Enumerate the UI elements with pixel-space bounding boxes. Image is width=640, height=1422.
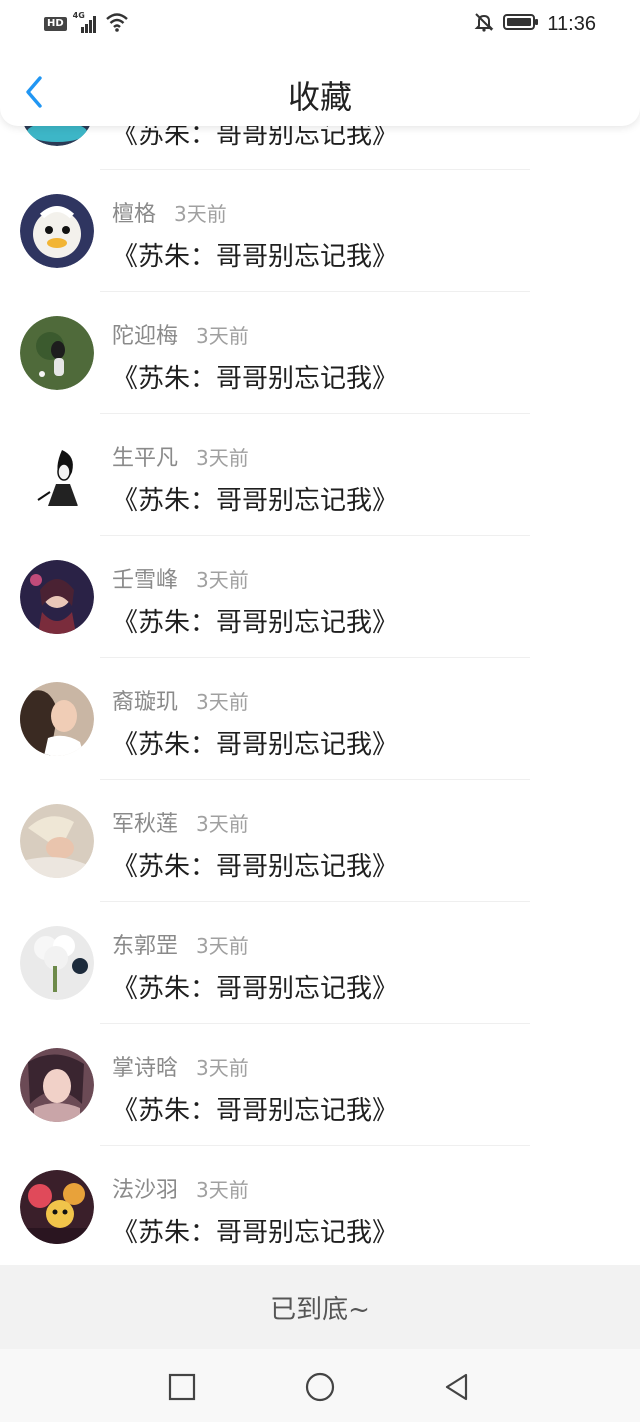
favorite-item[interactable]: 檀格 3天前 《苏朱：哥哥别忘记我》: [0, 170, 640, 292]
item-meta: 东郭罡 3天前: [112, 928, 249, 960]
end-of-list-text: 已到底~: [270, 1294, 370, 1325]
square-icon: [168, 1373, 196, 1401]
avatar: [20, 194, 94, 268]
time-ago: 3天前: [196, 568, 249, 592]
user-name: 东郭罡: [112, 934, 179, 959]
time-ago: 3天前: [174, 202, 227, 226]
item-meta: 法沙羽 3天前: [112, 1172, 249, 1204]
item-meta: 掌诗晗 3天前: [112, 1050, 249, 1082]
favorite-item[interactable]: 法沙羽 3天前 《苏朱：哥哥别忘记我》: [0, 1146, 640, 1268]
time-ago: 3天前: [196, 934, 249, 958]
end-of-list-bar: 已到底~: [0, 1265, 640, 1349]
time-ago: 3天前: [196, 1056, 249, 1080]
post-title: 《苏朱：哥哥别忘记我》: [112, 242, 399, 272]
time-ago: 3天前: [196, 812, 249, 836]
system-nav-bar: [0, 1349, 640, 1422]
favorite-item[interactable]: 东郭罡 3天前 《苏朱：哥哥别忘记我》: [0, 902, 640, 1024]
home-button[interactable]: [300, 1367, 340, 1407]
triangle-back-icon: [445, 1373, 468, 1401]
avatar: [20, 926, 94, 1000]
item-meta: 陀迎梅 3天前: [112, 318, 249, 350]
user-name: 法沙羽: [112, 1178, 179, 1203]
hd-badge: HD: [44, 17, 67, 31]
item-meta: 生平凡 3天前: [112, 440, 249, 472]
post-title: 《苏朱：哥哥别忘记我》: [112, 1218, 399, 1248]
item-meta: 军秋莲 3天前: [112, 806, 249, 838]
item-meta: 裔璇玑 3天前: [112, 684, 249, 716]
avatar: [20, 682, 94, 756]
avatar: [20, 1170, 94, 1244]
post-title: 《苏朱：哥哥别忘记我》: [112, 486, 399, 516]
avatar: [20, 316, 94, 390]
time-ago: 3天前: [196, 690, 249, 714]
favorite-item[interactable]: 掌诗晗 3天前 《苏朱：哥哥别忘记我》: [0, 1024, 640, 1146]
avatar: [20, 438, 94, 512]
avatar: [20, 804, 94, 878]
time-ago: 3天前: [196, 324, 249, 348]
user-name: 檀格: [112, 202, 157, 227]
avatar: [20, 1048, 94, 1122]
post-title: 《苏朱：哥哥别忘记我》: [112, 608, 399, 638]
status-left: HD 4G: [44, 11, 129, 36]
user-name: 裔璇玑: [112, 690, 179, 715]
page-title: 收藏: [287, 78, 352, 116]
status-time: 11:36: [547, 12, 596, 35]
favorites-list: 《苏朱：哥哥别忘记我》 檀格 3天前 《苏朱：哥哥别忘记我》 陀迎梅 3天前 《…: [0, 48, 640, 1268]
user-name: 壬雪峰: [112, 568, 179, 593]
user-name: 生平凡: [112, 446, 179, 471]
back-nav-button[interactable]: [436, 1367, 476, 1407]
post-title: 《苏朱：哥哥别忘记我》: [112, 730, 399, 760]
status-right: 11:36: [473, 11, 596, 37]
post-title: 《苏朱：哥哥别忘记我》: [112, 1096, 399, 1126]
network-type-label: 4G: [72, 11, 85, 20]
favorite-item[interactable]: 生平凡 3天前 《苏朱：哥哥别忘记我》: [0, 414, 640, 536]
user-name: 陀迎梅: [112, 324, 179, 349]
signal-icon: 4G: [72, 11, 99, 34]
item-meta: 檀格 3天前: [112, 196, 227, 228]
avatar: [20, 560, 94, 634]
favorite-item[interactable]: 裔璇玑 3天前 《苏朱：哥哥别忘记我》: [0, 658, 640, 780]
favorite-item[interactable]: 陀迎梅 3天前 《苏朱：哥哥别忘记我》: [0, 292, 640, 414]
circle-icon: [305, 1372, 335, 1402]
time-ago: 3天前: [196, 1178, 249, 1202]
title-bar: 收藏: [0, 46, 640, 126]
battery-icon: [503, 12, 539, 36]
post-title: 《苏朱：哥哥别忘记我》: [112, 852, 399, 882]
recent-apps-button[interactable]: [162, 1367, 202, 1407]
post-title: 《苏朱：哥哥别忘记我》: [112, 974, 399, 1004]
bell-muted-icon: [473, 11, 495, 37]
user-name: 掌诗晗: [112, 1056, 179, 1081]
item-meta: 壬雪峰 3天前: [112, 562, 249, 594]
favorite-item[interactable]: 壬雪峰 3天前 《苏朱：哥哥别忘记我》: [0, 536, 640, 658]
post-title: 《苏朱：哥哥别忘记我》: [112, 364, 399, 394]
favorite-item[interactable]: 军秋莲 3天前 《苏朱：哥哥别忘记我》: [0, 780, 640, 902]
time-ago: 3天前: [196, 446, 249, 470]
user-name: 军秋莲: [112, 812, 179, 837]
wifi-icon: [105, 12, 129, 36]
status-bar: HD 4G 11:36: [0, 0, 640, 46]
